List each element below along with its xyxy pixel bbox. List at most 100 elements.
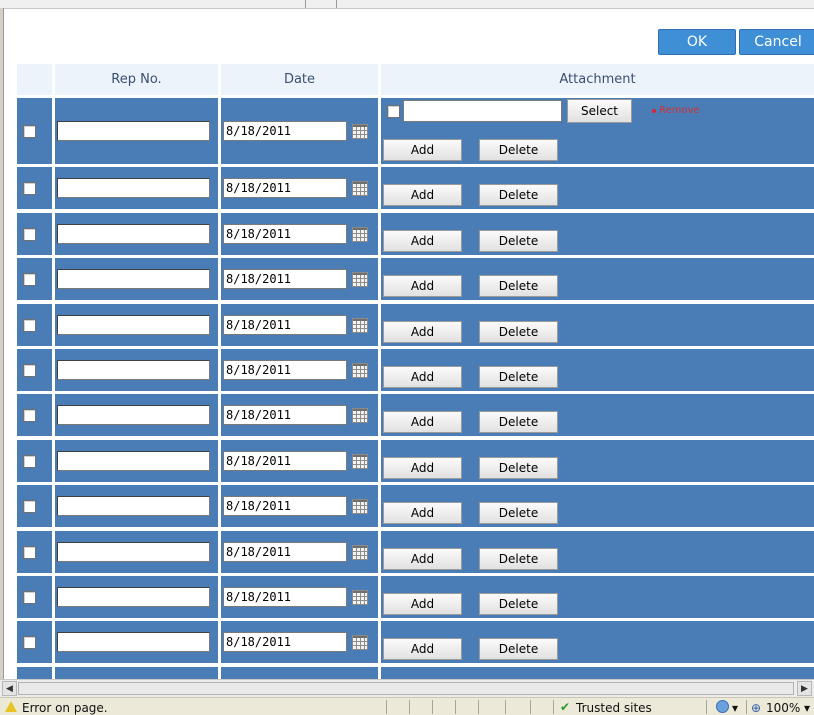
security-zone[interactable]: Trusted sites — [576, 701, 652, 715]
delete-button[interactable]: Delete — [479, 593, 558, 615]
calendar-icon[interactable] — [352, 590, 368, 605]
calendar-icon[interactable] — [352, 317, 368, 333]
rep-no-cell — [55, 485, 218, 528]
select-cell — [17, 576, 52, 618]
calendar-icon[interactable] — [352, 453, 368, 469]
file-path-input[interactable] — [403, 100, 562, 122]
row-checkbox[interactable] — [23, 273, 36, 287]
rep-no-input[interactable] — [57, 450, 210, 471]
delete-button[interactable]: Delete — [479, 366, 558, 388]
delete-button[interactable]: Delete — [479, 184, 558, 207]
row-checkbox[interactable] — [23, 591, 36, 604]
header-rep-no[interactable]: Rep No. — [55, 64, 218, 95]
date-input[interactable]: 8/18/2011 — [223, 587, 347, 607]
add-button[interactable]: Add — [383, 502, 462, 525]
rep-no-input[interactable] — [57, 360, 210, 380]
add-button[interactable]: Add — [383, 229, 462, 252]
date-input[interactable]: 8/18/2011 — [223, 314, 347, 335]
warning-icon[interactable] — [5, 701, 17, 712]
rep-no-input[interactable] — [57, 314, 210, 335]
horizontal-scrollbar[interactable]: ◀ ▶ — [0, 679, 814, 697]
date-input[interactable]: 8/18/2011 — [223, 360, 347, 380]
zoom-level[interactable]: 100% — [766, 701, 800, 715]
row-checkbox[interactable] — [23, 500, 36, 514]
rep-no-input[interactable] — [57, 269, 210, 290]
delete-button[interactable]: Delete — [479, 411, 558, 434]
attachment-checkbox[interactable] — [387, 105, 400, 118]
remove-link[interactable]: Remove — [652, 105, 700, 116]
select-button[interactable]: Select — [567, 99, 632, 123]
date-input[interactable]: 8/18/2011 — [223, 223, 347, 244]
calendar-icon[interactable] — [352, 272, 368, 288]
calendar-icon[interactable] — [352, 635, 368, 651]
date-input[interactable]: 8/18/2011 — [223, 405, 347, 426]
row-checkbox[interactable] — [23, 227, 36, 241]
date-input[interactable]: 8/18/2011 — [223, 450, 347, 471]
add-button[interactable]: Add — [383, 638, 462, 661]
add-button[interactable]: Add — [383, 547, 462, 570]
add-button[interactable]: Add — [383, 139, 462, 161]
add-button[interactable]: Add — [383, 366, 462, 388]
calendar-icon[interactable] — [352, 226, 368, 242]
zoom-icon[interactable]: ⊕ — [751, 701, 761, 715]
delete-button[interactable]: Delete — [479, 547, 558, 570]
row-checkbox[interactable] — [23, 318, 36, 332]
protected-mode-icon[interactable] — [716, 700, 729, 713]
calendar-icon[interactable] — [352, 181, 368, 197]
dropdown-icon[interactable]: ▾ — [732, 701, 738, 715]
rep-no-input[interactable] — [57, 496, 210, 517]
add-button[interactable]: Add — [383, 411, 462, 434]
row-checkbox[interactable] — [23, 182, 36, 196]
delete-button[interactable]: Delete — [479, 456, 558, 479]
status-divider — [505, 700, 506, 714]
date-cell: 8/18/2011 — [221, 439, 378, 482]
ok-button[interactable]: OK — [658, 29, 736, 55]
calendar-icon[interactable] — [352, 544, 368, 560]
scroll-thumb[interactable] — [18, 682, 794, 695]
status-divider — [455, 700, 456, 714]
date-input[interactable]: 8/18/2011 — [223, 632, 347, 653]
row-checkbox[interactable] — [23, 454, 36, 468]
row-checkbox[interactable] — [23, 636, 36, 650]
status-message[interactable]: Error on page. — [22, 701, 108, 715]
cancel-button[interactable]: Cancel — [739, 29, 814, 55]
header-attachment[interactable]: Attachment — [381, 64, 814, 95]
delete-button[interactable]: Delete — [479, 275, 558, 298]
rep-no-input[interactable] — [57, 541, 210, 562]
date-input[interactable]: 8/18/2011 — [223, 269, 347, 290]
date-input[interactable]: 8/18/2011 — [223, 496, 347, 517]
header-date[interactable]: Date — [221, 64, 378, 95]
row-checkbox[interactable] — [23, 364, 36, 377]
zoom-dropdown-icon[interactable]: ▾ — [804, 701, 810, 715]
date-input[interactable]: 8/18/2011 — [223, 178, 347, 199]
add-button[interactable]: Add — [383, 593, 462, 615]
add-button[interactable]: Add — [383, 275, 462, 298]
delete-button[interactable]: Delete — [479, 502, 558, 525]
date-cell: 8/18/2011 — [221, 485, 378, 528]
delete-button[interactable]: Delete — [479, 139, 558, 161]
rep-no-input[interactable] — [57, 223, 210, 244]
calendar-icon[interactable] — [352, 124, 368, 139]
calendar-icon[interactable] — [352, 408, 368, 424]
scroll-left-icon[interactable]: ◀ — [2, 681, 17, 696]
delete-button[interactable]: Delete — [479, 229, 558, 252]
delete-button[interactable]: Delete — [479, 320, 558, 343]
date-input[interactable]: 8/18/2011 — [223, 541, 347, 562]
row-checkbox[interactable] — [23, 125, 36, 138]
calendar-icon[interactable] — [352, 499, 368, 515]
rep-no-input[interactable] — [57, 178, 210, 199]
rep-no-input[interactable] — [57, 121, 210, 141]
rep-no-input[interactable] — [57, 405, 210, 426]
date-input[interactable]: 8/18/2011 — [223, 121, 347, 141]
calendar-icon[interactable] — [352, 363, 368, 378]
rep-no-input[interactable] — [57, 632, 210, 653]
add-button[interactable]: Add — [383, 184, 462, 207]
delete-button[interactable]: Delete — [479, 638, 558, 661]
rep-no-input[interactable] — [57, 587, 210, 607]
table-row: 8/18/2011 Add Delete — [17, 349, 814, 391]
scroll-right-icon[interactable]: ▶ — [797, 681, 812, 696]
add-button[interactable]: Add — [383, 456, 462, 479]
add-button[interactable]: Add — [383, 320, 462, 343]
row-checkbox[interactable] — [23, 409, 36, 423]
row-checkbox[interactable] — [23, 545, 36, 559]
